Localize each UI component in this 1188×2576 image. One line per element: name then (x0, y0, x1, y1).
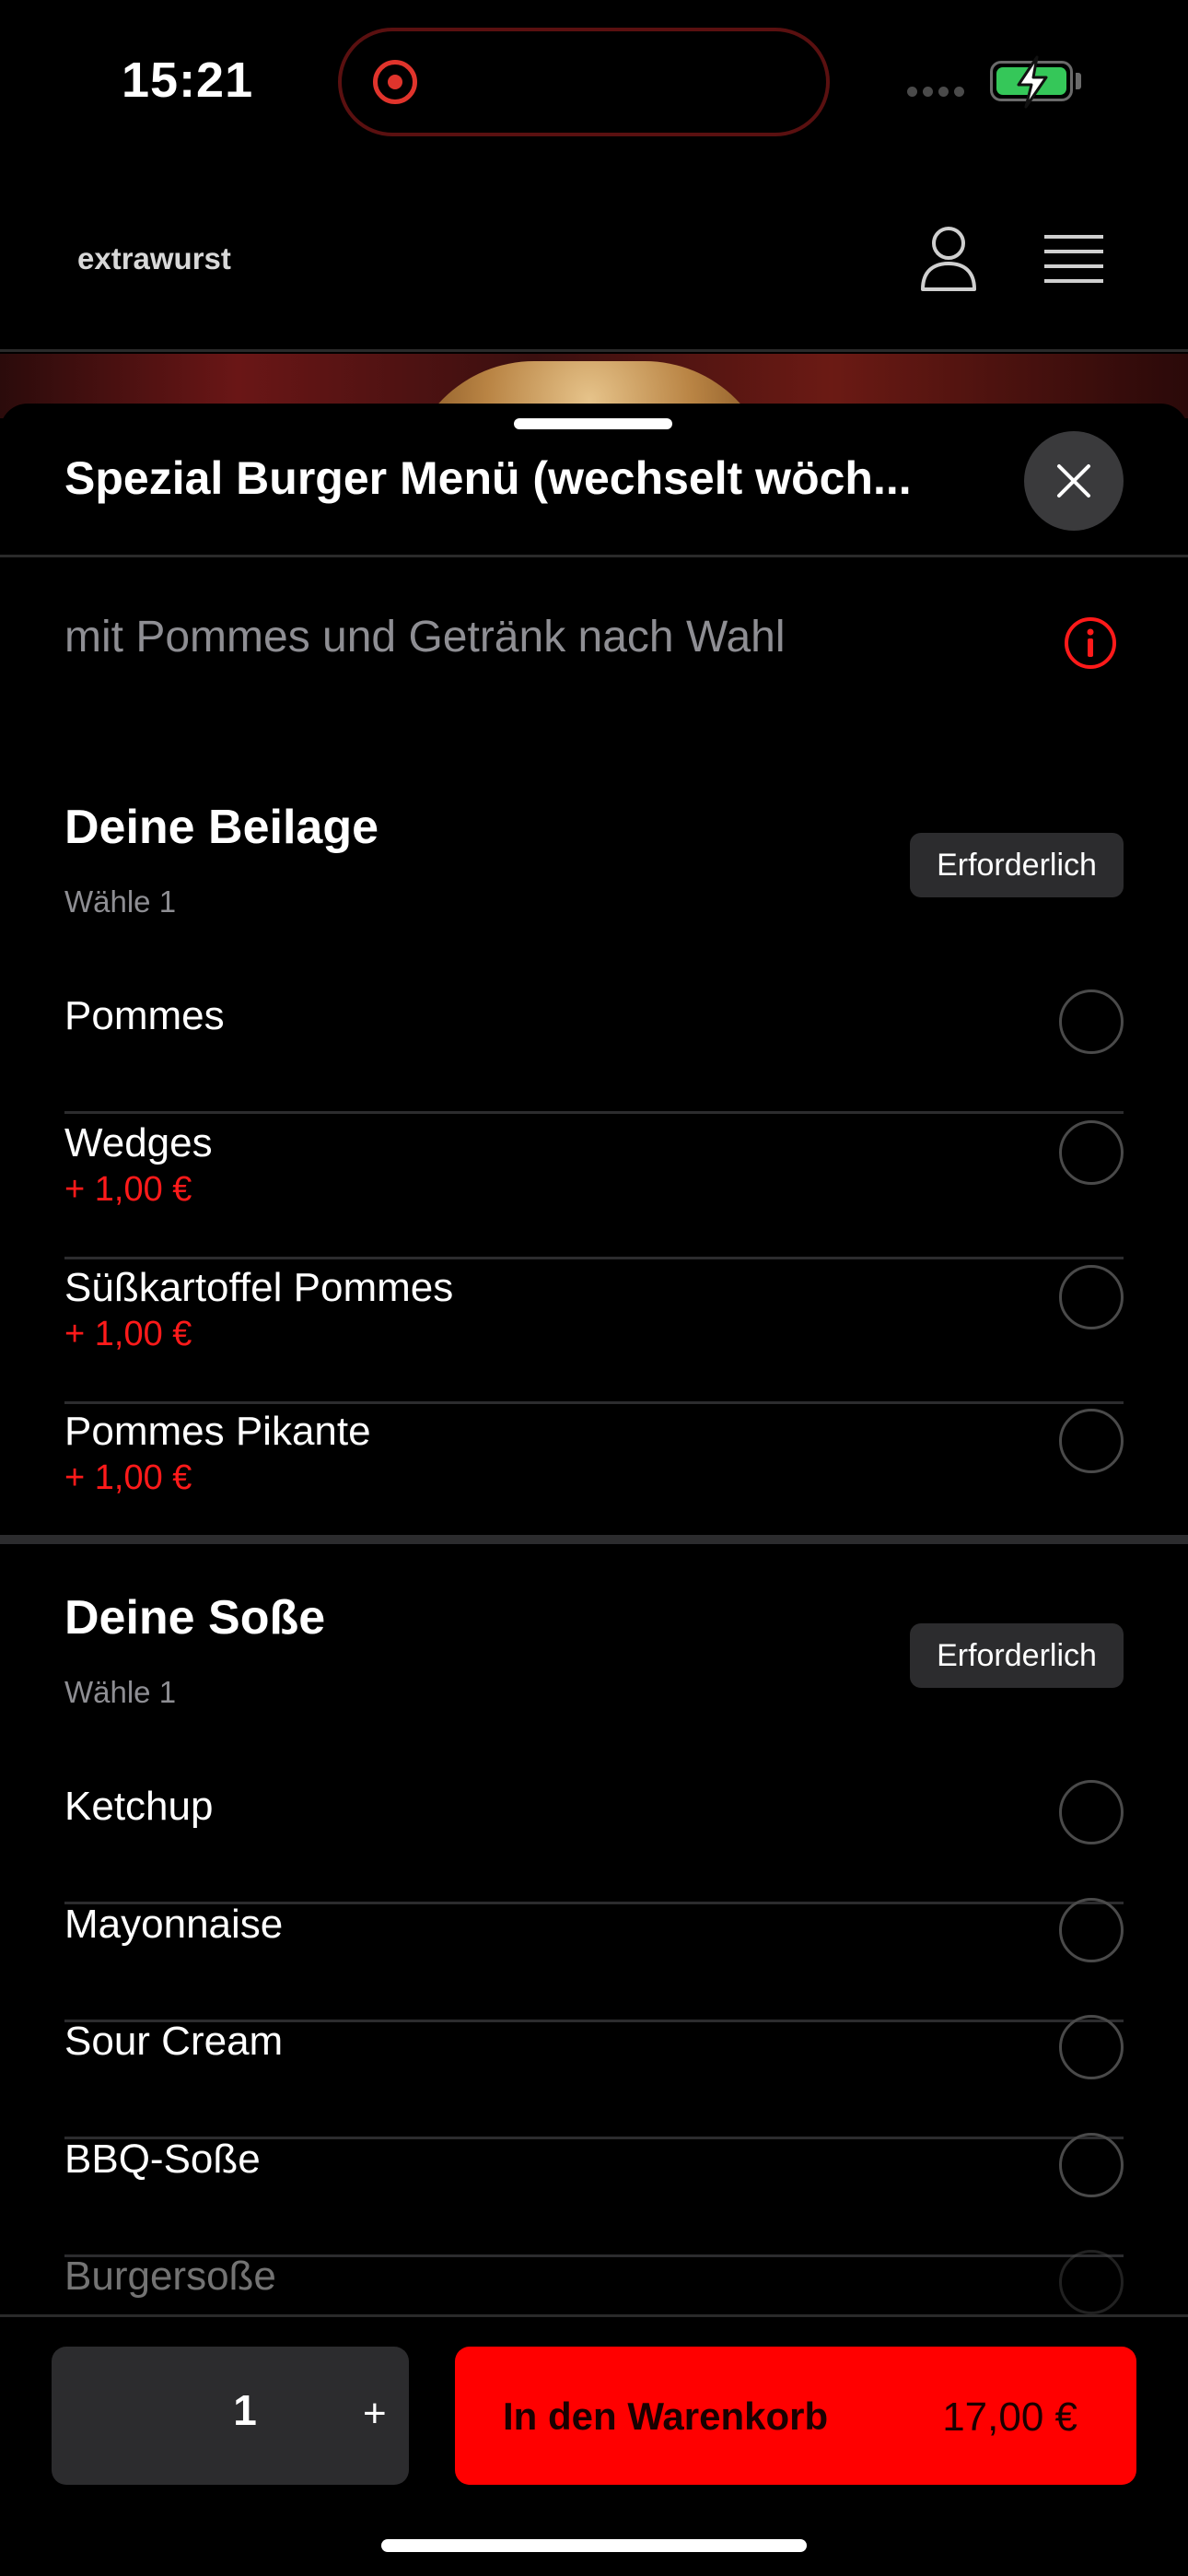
close-icon (1057, 464, 1090, 498)
option-label: BBQ-Soße (64, 2137, 261, 2182)
option-mayonnaise[interactable]: Mayonnaise (64, 1898, 1124, 2022)
option-label: Pommes (64, 993, 225, 1038)
option-price: + 1,00 € (64, 1315, 192, 1353)
option-label: Mayonnaise (64, 1902, 284, 1947)
user-account-icon[interactable] (919, 225, 978, 291)
screen-recording-icon (373, 60, 417, 104)
battery-cap (1076, 73, 1081, 89)
home-indicator[interactable] (381, 2539, 807, 2552)
cellular-signal-icon (907, 87, 964, 97)
option-pommes[interactable]: Pommes (64, 989, 1124, 1114)
option-suesskartoffel-pommes[interactable]: Süßkartoffel Pommes + 1,00 € (64, 1263, 1124, 1404)
option-label: Pommes Pikante (64, 1409, 371, 1454)
charging-bolt-icon (1017, 55, 1048, 109)
option-label: Burgersoße (64, 2254, 276, 2299)
radio-button[interactable] (1059, 2015, 1124, 2079)
increment-button[interactable]: + (363, 2391, 387, 2437)
section-hint-sosse: Wähle 1 (64, 1675, 177, 1709)
option-burgersosse[interactable]: Burgersoße (64, 2250, 1124, 2324)
option-label: Wedges (64, 1120, 213, 1165)
section-title-sosse: Deine Soße (64, 1591, 326, 1645)
product-description: mit Pommes und Getränk nach Wahl (64, 613, 786, 662)
section-divider (0, 1535, 1188, 1544)
option-bbq-sosse[interactable]: BBQ-Soße (64, 2133, 1124, 2257)
option-wedges[interactable]: Wedges + 1,00 € (64, 1118, 1124, 1259)
add-to-cart-bar: 1 + In den Warenkorb 17,00 € (0, 2314, 1188, 2576)
sheet-grabber[interactable] (514, 418, 672, 429)
radio-button[interactable] (1059, 2250, 1124, 2314)
quantity-stepper[interactable]: 1 + (52, 2347, 409, 2485)
quantity-value: 1 (233, 2386, 257, 2434)
info-icon[interactable] (1063, 615, 1118, 671)
dynamic-island (338, 28, 830, 136)
cart-total-price: 17,00 € (942, 2395, 1077, 2440)
close-button[interactable] (1024, 431, 1124, 531)
radio-button[interactable] (1059, 1120, 1124, 1185)
radio-button[interactable] (1059, 989, 1124, 1054)
radio-button[interactable] (1059, 1780, 1124, 1844)
section-title-beilage: Deine Beilage (64, 801, 379, 854)
option-sour-cream[interactable]: Sour Cream (64, 2015, 1124, 2139)
divider (0, 555, 1188, 557)
divider (64, 1111, 1124, 1114)
option-label: Sour Cream (64, 2019, 284, 2064)
app-header: extrawurst (0, 166, 1188, 352)
radio-button[interactable] (1059, 1898, 1124, 1962)
product-options-sheet: Spezial Burger Menü (wechselt wöch... mi… (0, 404, 1188, 2576)
status-time: 15:21 (122, 53, 254, 108)
divider (64, 1401, 1124, 1404)
required-badge: Erforderlich (910, 1623, 1124, 1688)
status-bar: 15:21 (0, 0, 1188, 166)
option-label: Süßkartoffel Pommes (64, 1265, 454, 1310)
radio-button[interactable] (1059, 2133, 1124, 2197)
option-label: Ketchup (64, 1784, 214, 1829)
hamburger-menu-icon[interactable] (1044, 233, 1103, 285)
option-pommes-pikante[interactable]: Pommes Pikante + 1,00 € (64, 1407, 1124, 1536)
option-ketchup[interactable]: Ketchup (64, 1780, 1124, 1904)
divider (64, 1257, 1124, 1259)
brand-logo[interactable]: extrawurst (77, 241, 231, 276)
product-title: Spezial Burger Menü (wechselt wöch... (64, 452, 912, 504)
section-hint-beilage: Wähle 1 (64, 884, 177, 919)
required-badge: Erforderlich (910, 833, 1124, 897)
radio-button[interactable] (1059, 1265, 1124, 1329)
option-price: + 1,00 € (64, 1458, 192, 1497)
option-price: + 1,00 € (64, 1170, 192, 1209)
radio-button[interactable] (1059, 1409, 1124, 1473)
add-to-cart-button[interactable]: In den Warenkorb 17,00 € (455, 2347, 1136, 2485)
add-to-cart-label: In den Warenkorb (503, 2395, 829, 2438)
